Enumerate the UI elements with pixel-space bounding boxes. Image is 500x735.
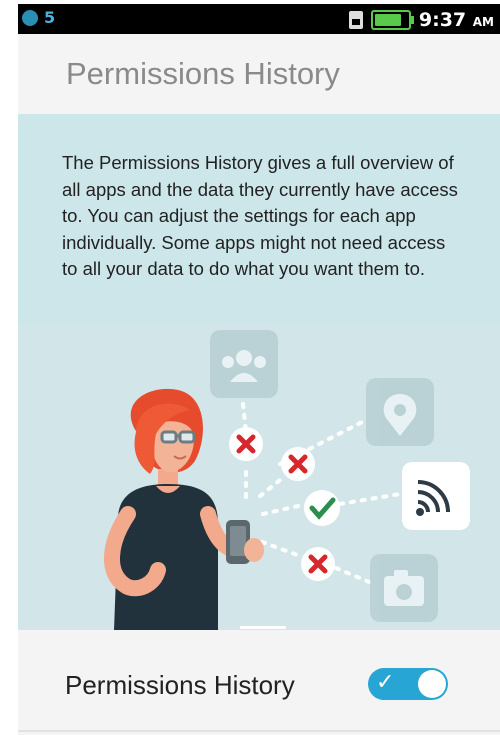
permissions-history-toggle[interactable]: ✓ (368, 668, 448, 700)
wifi-icon (402, 462, 470, 530)
deny-icon (281, 447, 315, 481)
status-time-suffix: AM (472, 15, 494, 29)
setting-label: Permissions History (65, 670, 295, 700)
description-text: The Permissions History gives a full ove… (62, 152, 458, 279)
allow-icon (304, 490, 340, 526)
permissions-illustration (18, 324, 500, 630)
deny-icon (229, 427, 263, 461)
check-icon: ✓ (376, 670, 395, 695)
permissions-history-setting-row[interactable]: Permissions History ✓ (18, 630, 500, 732)
notification-count: 5 (44, 8, 56, 27)
status-left: 5 (22, 8, 55, 27)
description-panel: The Permissions History gives a full ove… (18, 114, 500, 324)
battery-icon (370, 10, 414, 30)
camera-icon (370, 554, 438, 622)
person-illustration (104, 388, 264, 630)
sim-icon (348, 11, 363, 29)
status-bar: 5 9:37 AM (18, 4, 500, 34)
contacts-icon (210, 330, 278, 398)
toggle-knob (418, 670, 446, 698)
status-time: 9:37 AM (418, 9, 494, 31)
scroll-indicator (240, 626, 286, 629)
phone-screen: 5 9:37 AM Permissions History The Permis… (18, 4, 500, 735)
status-right: 9:37 AM (348, 9, 494, 31)
deny-icon (301, 547, 335, 581)
location-icon (366, 378, 434, 446)
illustration-svg (104, 330, 470, 630)
header: Permissions History (18, 34, 500, 114)
page-title: Permissions History (66, 56, 340, 91)
notification-icon[interactable] (22, 9, 38, 26)
